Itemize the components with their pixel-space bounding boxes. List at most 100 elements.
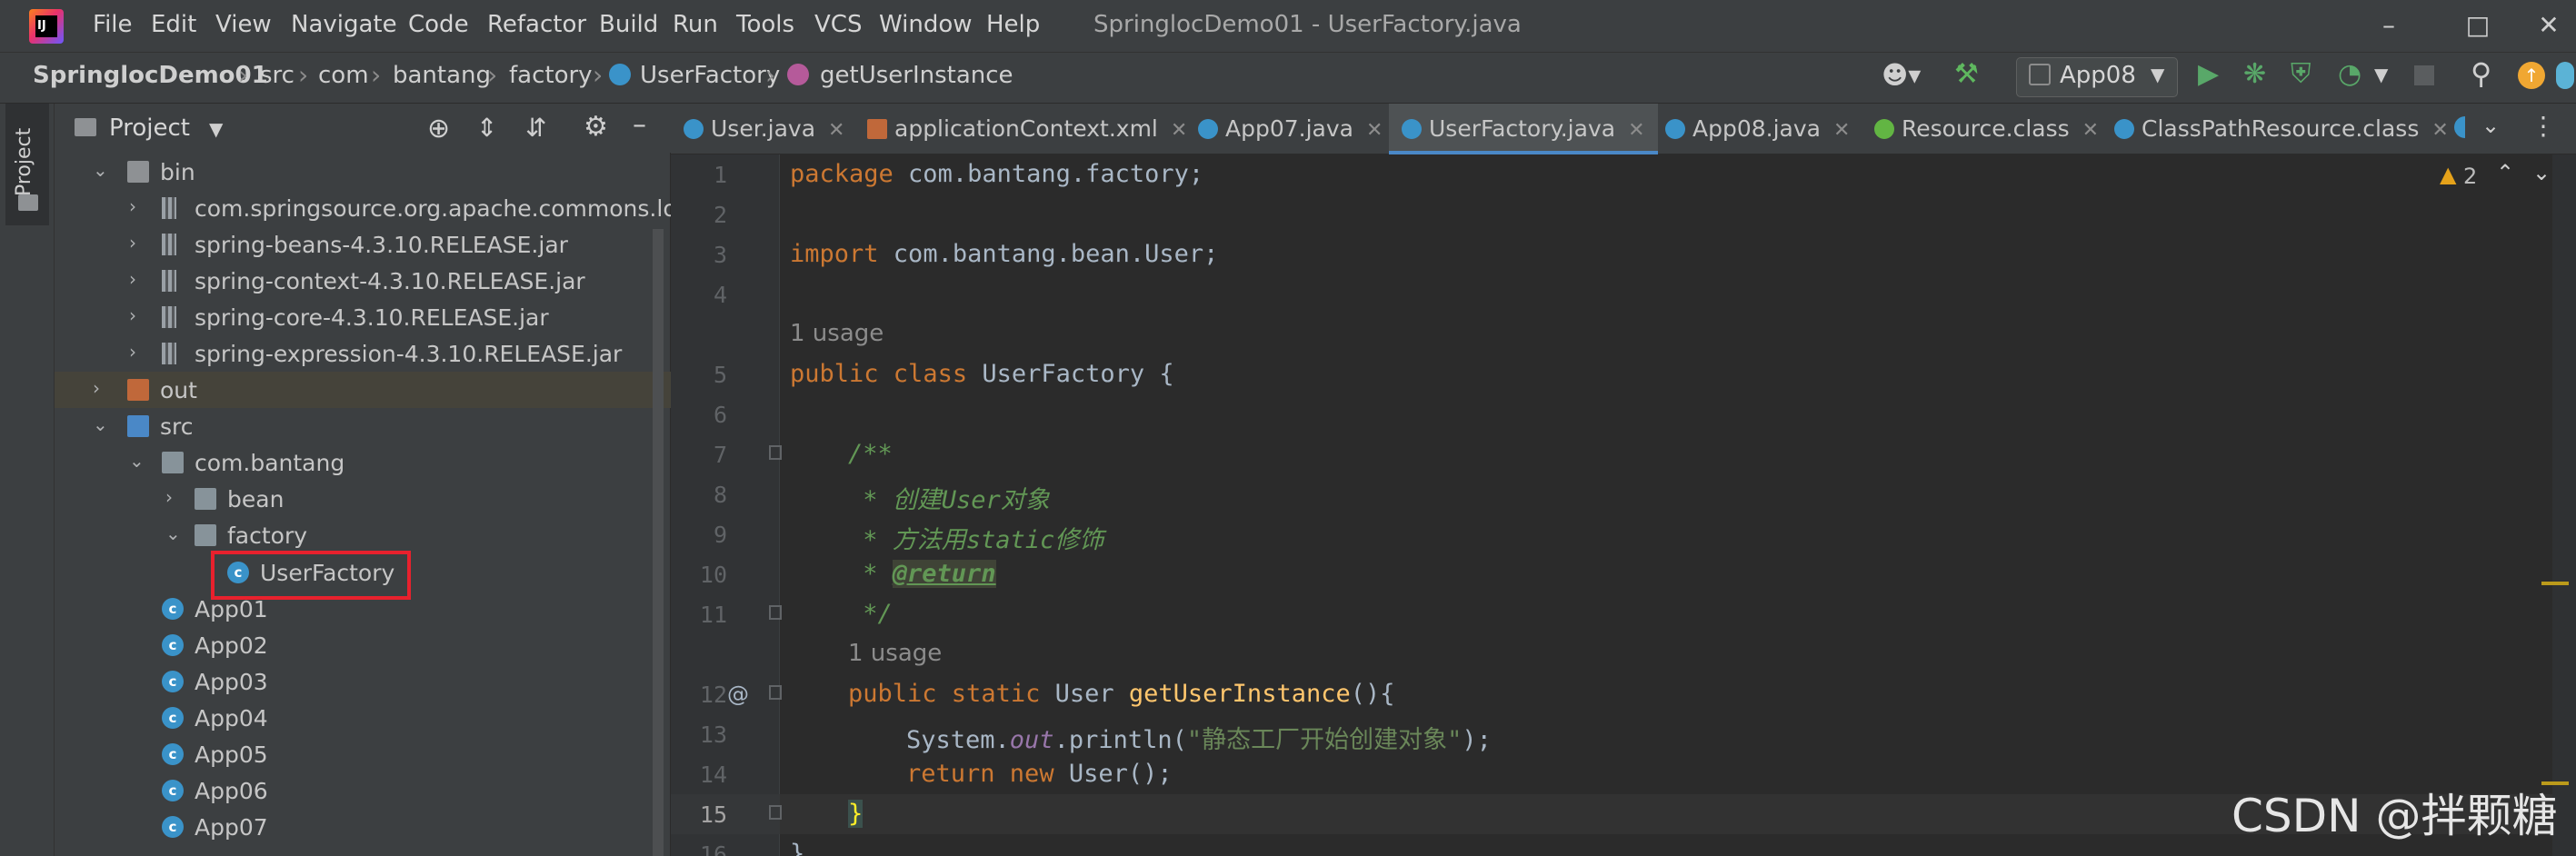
tree-item-app03[interactable]: c App03 (55, 663, 671, 700)
close-tab-icon[interactable]: ✕ (828, 119, 844, 142)
chevron-down-icon[interactable]: ⌄ (93, 413, 111, 435)
stop-icon[interactable] (2414, 65, 2434, 85)
chevron-down-icon[interactable]: ⌄ (93, 159, 111, 181)
menu-file[interactable]: File (93, 11, 133, 38)
chevron-down-icon[interactable]: ⌄ (129, 450, 147, 472)
menu-vcs[interactable]: VCS (814, 11, 862, 38)
menu-build[interactable]: Build (599, 11, 658, 38)
tab-userfactory-java[interactable]: UserFactory.java ✕ (1389, 104, 1658, 154)
chevron-right-icon[interactable]: › (129, 304, 147, 326)
chevron-right-icon[interactable]: › (165, 486, 184, 508)
breadcrumb-project[interactable]: SpringlocDemo01 (33, 62, 268, 89)
fold-icon[interactable] (769, 805, 782, 820)
tree-item-app06[interactable]: c App06 (55, 772, 671, 809)
update-icon[interactable]: ↑ (2518, 62, 2545, 89)
tree-item-app02[interactable]: c App02 (55, 627, 671, 663)
close-tab-icon[interactable]: ✕ (2082, 119, 2099, 142)
hide-icon[interactable]: – (633, 109, 646, 141)
menu-help[interactable]: Help (986, 11, 1040, 38)
fold-icon[interactable] (769, 445, 782, 460)
chevron-right-icon[interactable]: › (129, 268, 147, 290)
usage-hint[interactable]: 1 usage (848, 640, 942, 667)
tree-item-jar[interactable]: › com.springsource.org.apache.commons.lo… (55, 190, 671, 226)
chevron-down-icon[interactable]: ▼ (2374, 64, 2388, 85)
chevron-right-icon[interactable]: › (93, 377, 111, 399)
close-tab-icon[interactable]: ✕ (1171, 119, 1187, 142)
hammer-icon[interactable]: ⚒ (1954, 58, 1979, 90)
chevron-down-icon[interactable]: ▼ (209, 118, 223, 140)
tree-item-out[interactable]: › out (55, 372, 671, 408)
close-tab-icon[interactable]: ✕ (1366, 119, 1383, 142)
coverage-icon[interactable]: ⛨ (2291, 58, 2311, 90)
tab-app08-java[interactable]: App08.java ✕ (1665, 104, 1850, 154)
fold-icon[interactable] (769, 605, 782, 620)
tree-item-jar[interactable]: › spring-beans-4.3.10.RELEASE.jar (55, 226, 671, 263)
tree-item-app04[interactable]: c App04 (55, 700, 671, 736)
menu-window[interactable]: Window (879, 11, 973, 38)
tab-classpathresource-class[interactable]: ClassPathResource.class ✕ (2114, 104, 2449, 154)
tree-item-factory[interactable]: ⌄ factory (55, 517, 671, 553)
project-panel-title[interactable]: Project (109, 114, 190, 142)
menu-view[interactable]: View (215, 11, 272, 38)
plugin-icon[interactable] (2556, 62, 2574, 89)
user-icon[interactable]: ☻▾ (1882, 60, 1921, 90)
minimize-icon[interactable]: – (2371, 7, 2407, 44)
breadcrumb-class[interactable]: UserFactory (640, 62, 780, 89)
breadcrumb-src[interactable]: src (260, 62, 295, 89)
chevron-down-icon[interactable]: ⌄ (2481, 113, 2500, 138)
tab-app07-java[interactable]: App07.java ✕ (1198, 104, 1383, 154)
menu-run[interactable]: Run (673, 11, 718, 38)
breadcrumb-method[interactable]: getUserInstance (820, 62, 1013, 89)
close-tab-icon[interactable]: ✕ (1833, 119, 1850, 142)
close-tab-icon[interactable]: ✕ (1628, 119, 1644, 142)
tree-item-bean[interactable]: › bean (55, 481, 671, 517)
tree-item-jar[interactable]: › spring-context-4.3.10.RELEASE.jar (55, 263, 671, 299)
warning-marker[interactable] (2541, 582, 2569, 585)
close-window-icon[interactable]: ✕ (2531, 7, 2567, 44)
close-tab-icon[interactable]: ✕ (2431, 119, 2448, 142)
chevron-right-icon[interactable]: › (129, 195, 147, 217)
intellij-logo-icon[interactable]: IJ (29, 9, 64, 44)
tree-item-jar[interactable]: › spring-expression-4.3.10.RELEASE.jar (55, 335, 671, 372)
tree-item-src[interactable]: ⌄ src (55, 408, 671, 444)
tree-item-bin[interactable]: ⌄ bin (55, 154, 671, 190)
tree-item-app01[interactable]: c App01 (55, 591, 671, 627)
search-icon[interactable]: ⚲ (2471, 56, 2491, 91)
tab-applicationcontext-xml[interactable]: applicationContext.xml ✕ (867, 104, 1187, 154)
gear-icon[interactable]: ⚙ (584, 111, 608, 143)
breadcrumb-bantang[interactable]: bantang (393, 62, 491, 89)
fold-icon[interactable] (769, 685, 782, 700)
warning-count[interactable]: 2 (2463, 164, 2477, 189)
tab-resource-class[interactable]: Resource.class ✕ (1874, 104, 2099, 154)
collapse-all-icon[interactable]: ⇵ (525, 113, 546, 143)
chevron-up-icon[interactable]: ⌃ (2496, 160, 2514, 185)
tree-item-jar[interactable]: › spring-core-4.3.10.RELEASE.jar (55, 299, 671, 335)
more-icon[interactable]: ⋮ (2531, 111, 2556, 141)
breadcrumb-factory[interactable]: factory (509, 62, 593, 89)
tab-user-java[interactable]: User.java ✕ (684, 104, 844, 154)
debug-icon[interactable]: ❋ (2243, 58, 2266, 90)
profile-icon[interactable]: ◔ (2338, 58, 2361, 90)
menu-code[interactable]: Code (408, 11, 469, 38)
project-scrollbar[interactable] (653, 229, 664, 856)
maximize-icon[interactable]: □ (2460, 7, 2496, 44)
expand-all-icon[interactable]: ⇕ (476, 113, 497, 143)
tree-item-app07[interactable]: c App07 (55, 809, 671, 845)
breadcrumb-com[interactable]: com (318, 62, 369, 89)
usage-hint[interactable]: 1 usage (790, 320, 884, 347)
menu-tools[interactable]: Tools (736, 11, 794, 38)
chevron-right-icon[interactable]: › (129, 232, 147, 254)
chevron-down-icon[interactable]: ⌄ (2532, 160, 2551, 185)
chevron-right-icon: › (765, 60, 776, 90)
chevron-right-icon[interactable]: › (129, 341, 147, 363)
override-at-icon[interactable]: @ (727, 682, 749, 707)
menu-edit[interactable]: Edit (151, 11, 196, 38)
menu-refactor[interactable]: Refactor (487, 11, 586, 38)
warning-icon[interactable]: ▲ (2440, 162, 2456, 187)
tree-item-app05[interactable]: c App05 (55, 736, 671, 772)
locate-icon[interactable]: ⊕ (427, 113, 450, 144)
chevron-down-icon[interactable]: ⌄ (165, 523, 184, 544)
run-icon[interactable]: ▶ (2198, 58, 2219, 90)
menu-navigate[interactable]: Navigate (291, 11, 397, 38)
tree-item-com-bantang[interactable]: ⌄ com.bantang (55, 444, 671, 481)
